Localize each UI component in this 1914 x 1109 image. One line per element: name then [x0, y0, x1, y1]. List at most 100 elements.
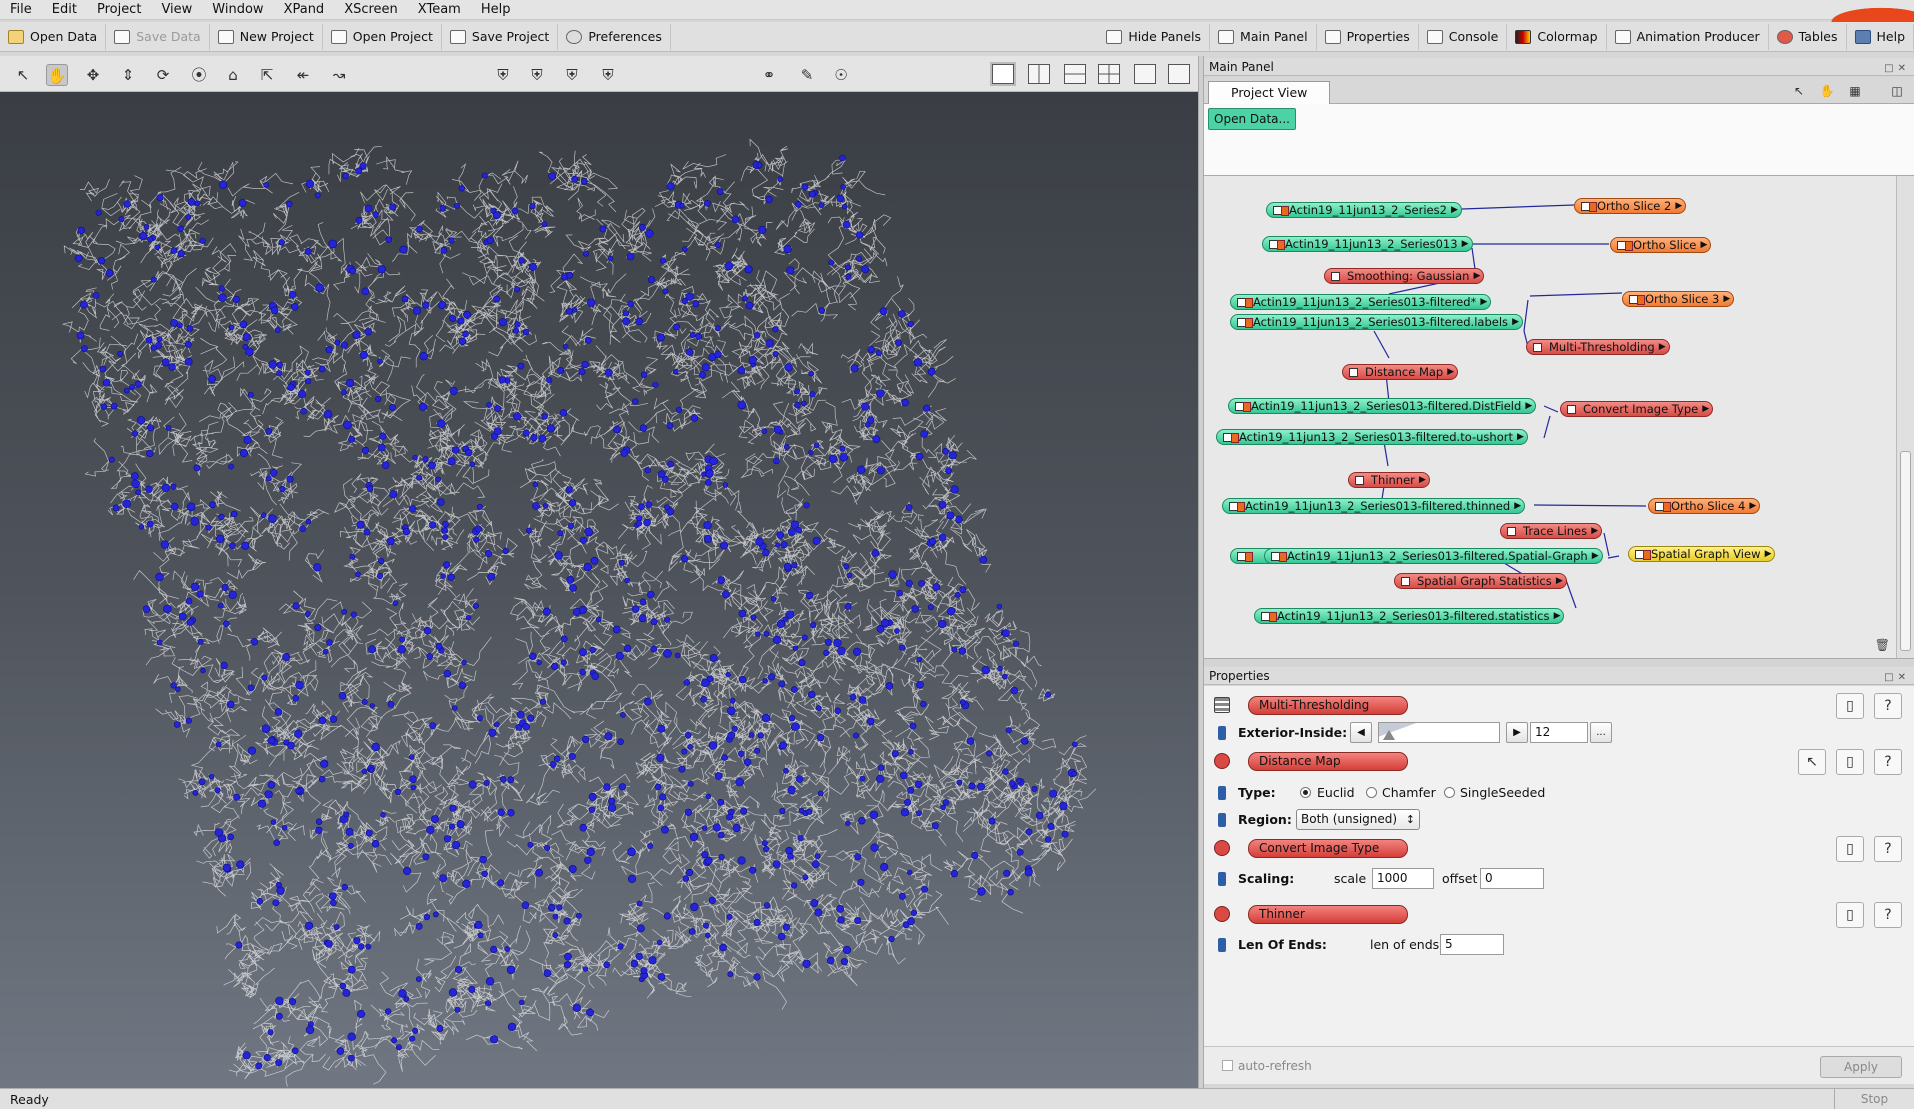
menu-file[interactable]: File	[0, 0, 42, 20]
menu-window[interactable]: Window	[202, 0, 273, 20]
colormap-button[interactable]: Colormap	[1507, 23, 1607, 50]
layout-two-horizontal-icon[interactable]	[1064, 64, 1086, 84]
panel-float-close-icon[interactable]: □✕	[1884, 60, 1910, 78]
rotate-icon[interactable]: ⟳	[152, 64, 174, 86]
hand-mode-icon[interactable]: ✋	[1818, 84, 1836, 100]
preferences-toolbar-button[interactable]: Preferences	[558, 23, 671, 50]
project-graph-view[interactable]: Actin19_11jun13_2_Series2 ▶ Ortho Slice 2…	[1204, 176, 1896, 658]
menu-xpand[interactable]: XPand	[274, 0, 335, 20]
menu-help[interactable]: Help	[471, 0, 521, 20]
hide-panels-button[interactable]: Hide Panels	[1098, 23, 1211, 50]
module-pill-thinner[interactable]: Thinner	[1248, 905, 1408, 924]
module-lock-icon[interactable]: ▯	[1836, 693, 1864, 719]
measure-icon[interactable]: ↝	[328, 64, 350, 86]
main-panel-button[interactable]: Main Panel	[1210, 23, 1317, 50]
graph-node[interactable]: Ortho Slice ▶	[1610, 237, 1712, 253]
trash-icon[interactable]: 🗑	[1875, 638, 1890, 652]
home-icon[interactable]: ⌂	[222, 64, 244, 86]
view-xz-icon[interactable]: ⛨	[561, 64, 583, 86]
measure-tool-icon[interactable]: ✎	[796, 64, 818, 86]
module-help-button[interactable]: ?	[1874, 749, 1902, 775]
module-help-button[interactable]: ?	[1874, 836, 1902, 862]
pointer-icon[interactable]: ↖	[12, 64, 34, 86]
threshold-more-button[interactable]: ...	[1590, 722, 1612, 743]
view-all-icon[interactable]: ⦿	[188, 64, 210, 86]
graph-node[interactable]: Thinner ▶	[1348, 472, 1430, 488]
graph-node[interactable]: Ortho Slice 3 ▶	[1622, 291, 1735, 307]
menu-view[interactable]: View	[151, 0, 202, 20]
radio-euclid[interactable]	[1300, 787, 1311, 798]
layout-options-icon[interactable]	[1168, 64, 1190, 84]
module-lock-icon[interactable]: ▯	[1836, 749, 1864, 775]
region-select[interactable]: Both (unsigned)	[1296, 809, 1420, 830]
graph-node[interactable]: Trace Lines ▶	[1500, 523, 1603, 539]
graph-node[interactable]: Actin19_11jun13_2_Series013-filtered.lab…	[1230, 314, 1524, 330]
panel-view-icon[interactable]: ◫	[1888, 84, 1906, 100]
zoom-icon[interactable]: ⇕	[117, 64, 139, 86]
seek-icon[interactable]: ↞	[292, 64, 314, 86]
port-pin-icon[interactable]	[1218, 786, 1226, 800]
module-help-button[interactable]: ?	[1874, 902, 1902, 928]
set-home-icon[interactable]: ⇱	[256, 64, 278, 86]
graph-vertical-scrollbar[interactable]	[1896, 176, 1914, 658]
layout-four-icon[interactable]	[1098, 64, 1120, 84]
scrollbar-thumb[interactable]	[1900, 451, 1911, 651]
module-pill-distance-map[interactable]: Distance Map	[1248, 752, 1408, 771]
layout-single-icon[interactable]	[990, 62, 1016, 86]
slider-decrement-button[interactable]: ◀	[1350, 722, 1372, 743]
translate-icon[interactable]: ✥	[82, 64, 104, 86]
graph-node[interactable]: Distance Map ▶	[1342, 364, 1459, 380]
fullscreen-icon[interactable]	[1134, 64, 1156, 84]
open-project-toolbar-button[interactable]: Open Project	[323, 23, 442, 50]
graph-node[interactable]: Actin19_11jun13_2_Series013-filtered.Spa…	[1264, 548, 1603, 564]
apply-button[interactable]: Apply	[1820, 1056, 1902, 1078]
help-button[interactable]: Help	[1847, 23, 1914, 50]
menu-project[interactable]: Project	[87, 0, 151, 20]
auto-refresh-checkbox[interactable]: auto-refresh	[1222, 1059, 1312, 1073]
graph-node[interactable]: Actin19_11jun13_2_Series013-filtered.to-…	[1216, 429, 1528, 445]
slider-increment-button[interactable]: ▶	[1506, 722, 1528, 743]
stereo-icon[interactable]: ⚭	[758, 64, 780, 86]
port-pin-icon[interactable]	[1218, 938, 1226, 952]
menu-edit[interactable]: Edit	[42, 0, 87, 20]
graph-node[interactable]: Actin19_11jun13_2_Series013-filtered.sta…	[1254, 608, 1565, 624]
module-pill-multi-thresholding[interactable]: Multi-Thresholding	[1248, 696, 1408, 715]
radio-singleseeded[interactable]	[1444, 787, 1455, 798]
graph-node[interactable]: Actin19_11jun13_2_Series013-filtered.thi…	[1222, 498, 1526, 514]
graph-node[interactable]: Ortho Slice 4 ▶	[1648, 498, 1761, 514]
port-pin-icon[interactable]	[1218, 872, 1226, 886]
graph-node[interactable]: Actin19_11jun13_2_Series013-filtered* ▶	[1230, 294, 1492, 310]
3d-viewer[interactable]	[0, 92, 1198, 1088]
console-button[interactable]: Console	[1419, 23, 1508, 50]
len-of-ends-field[interactable]: 5	[1440, 934, 1504, 955]
tables-button[interactable]: Tables	[1769, 23, 1847, 50]
graph-node[interactable]: Ortho Slice 2 ▶	[1574, 198, 1687, 214]
save-project-toolbar-button[interactable]: Save Project	[442, 23, 559, 50]
module-lock-icon[interactable]: ▯	[1836, 902, 1864, 928]
module-help-button[interactable]: ?	[1874, 693, 1902, 719]
new-project-toolbar-button[interactable]: New Project	[210, 23, 323, 50]
layout-tree-icon[interactable]: ▦	[1846, 84, 1864, 100]
graph-node[interactable]: Spatial Graph Statistics ▶	[1394, 573, 1567, 589]
slider-handle-icon[interactable]	[1383, 730, 1395, 740]
animation-producer-button[interactable]: Animation Producer	[1607, 23, 1769, 50]
module-pill-convert-image-type[interactable]: Convert Image Type	[1248, 839, 1408, 858]
port-pin-icon[interactable]	[1218, 726, 1226, 740]
open-data-button[interactable]: Open Data...	[1208, 108, 1296, 130]
properties-button[interactable]: Properties	[1317, 23, 1419, 50]
offset-field[interactable]: 0	[1480, 868, 1544, 889]
save-data-toolbar-button[interactable]: Save Data	[106, 23, 210, 50]
select-mode-icon[interactable]: ↖	[1790, 84, 1808, 100]
view-xy-icon[interactable]: ⛨	[526, 64, 548, 86]
graph-node[interactable]: Actin19_11jun13_2_Series013-filtered.Dis…	[1228, 398, 1537, 414]
module-pointer-icon[interactable]: ↖	[1798, 749, 1826, 775]
panel-float-close-icon[interactable]: □✕	[1884, 669, 1910, 687]
stop-button[interactable]: Stop	[1834, 1089, 1914, 1109]
graph-node[interactable]: Convert Image Type ▶	[1560, 401, 1714, 417]
perspective-icon[interactable]: ⛨	[492, 64, 514, 86]
module-lock-icon[interactable]: ▯	[1836, 836, 1864, 862]
checkbox-box[interactable]	[1222, 1060, 1233, 1071]
open-data-toolbar-button[interactable]: Open Data	[0, 23, 107, 50]
scale-field[interactable]: 1000	[1372, 868, 1434, 889]
menu-xteam[interactable]: XTeam	[408, 0, 471, 20]
